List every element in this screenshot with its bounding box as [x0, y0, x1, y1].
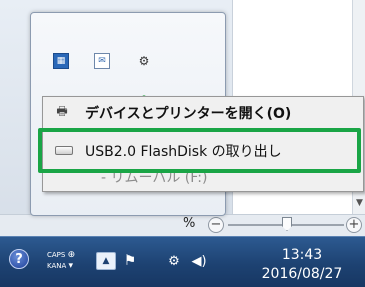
zoom-in-button[interactable]: + [346, 217, 362, 233]
menu-item-open-devices[interactable]: 🖶 デバイスとプリンターを開く(O) [45, 99, 361, 125]
tool-tray-icon[interactable]: ⚙ [136, 53, 152, 69]
help-icon[interactable]: ? [9, 249, 29, 269]
printer-icon: 🖶 [56, 103, 68, 118]
scroll-down-arrow-icon[interactable]: ▼ [356, 198, 363, 208]
keyboard-icon: ⊕ [67, 250, 76, 260]
chevron-down-icon: ▾ [68, 261, 74, 271]
system-clock[interactable]: 13:43 2016/08/27 [244, 246, 360, 283]
taskbar: ? CAPS ⊕ KANA ▾ ▲ ⚑ ⚙ ◀) 13:43 2016/08/2… [0, 236, 365, 287]
mail-tray-icon[interactable]: ✉ [94, 53, 110, 69]
zoom-out-button[interactable]: − [208, 217, 224, 233]
menu-item-label: デバイスとプリンターを開く(O) [85, 106, 292, 122]
volume-icon[interactable]: ◀) [190, 252, 208, 270]
app-tray-icon[interactable]: ▦ [53, 53, 69, 69]
clock-date: 2016/08/27 [261, 266, 343, 282]
action-center-flag-icon[interactable]: ⚑ [122, 253, 138, 269]
zoom-percent: % [183, 216, 196, 231]
highlight-annotation [38, 128, 361, 173]
kana-label: KANA [47, 262, 67, 270]
network-icon[interactable]: ⚙ [165, 252, 183, 270]
clock-time: 13:43 [281, 247, 323, 263]
ime-lock-indicator[interactable]: CAPS ⊕ KANA ▾ [47, 250, 79, 272]
caps-label: CAPS [47, 251, 66, 259]
show-hidden-icons-button[interactable]: ▲ [96, 252, 116, 270]
